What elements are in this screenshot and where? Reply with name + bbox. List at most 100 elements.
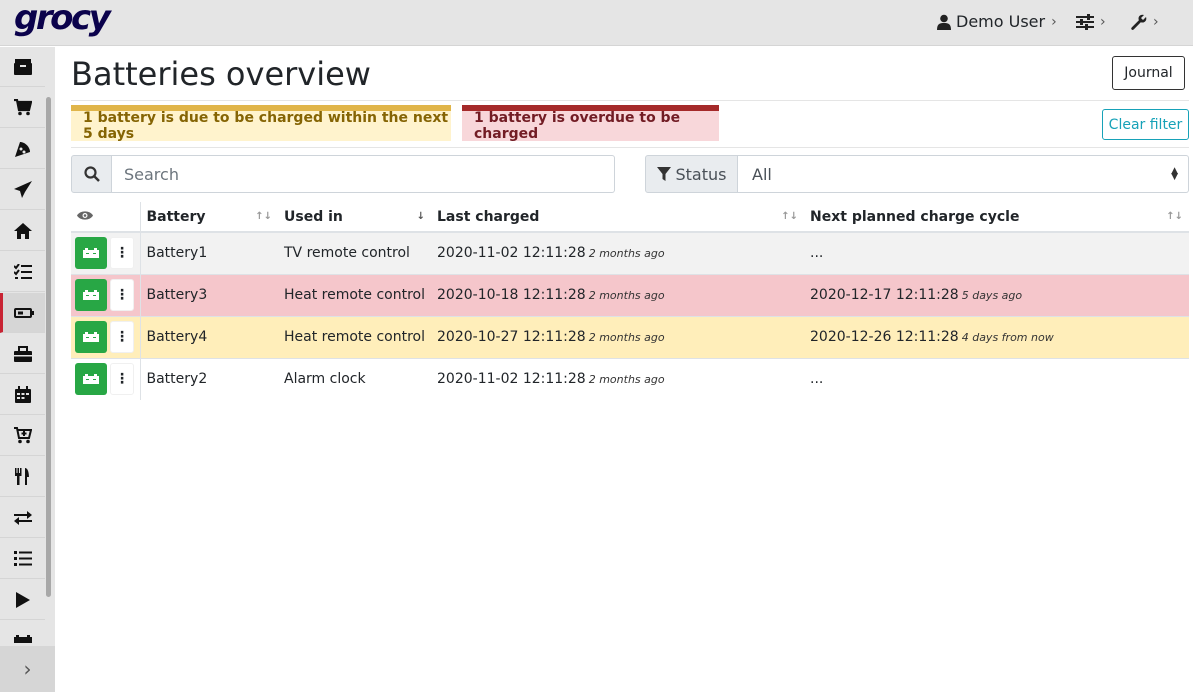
last-charged-date: 2020-10-18 12:11:28 [437,287,586,303]
settings-menu[interactable]: › [1076,14,1106,30]
next-cycle: 2020-12-26 12:11:28 4 days from now [804,315,1189,358]
header-last-charged-label: Last charged [437,208,540,225]
ellipsis-vertical-icon: ⋮ [115,328,129,345]
sidebar-item-tasks[interactable] [0,252,45,292]
search-icon [83,166,100,182]
header-last-charged[interactable]: Last charged ↑↓ [431,202,805,233]
sidebar-item-transfer[interactable] [0,498,45,538]
home-icon [13,222,32,239]
row-actions: ⋮ [71,357,141,400]
battery-name: Battery4 [140,315,278,358]
header-next-cycle-label: Next planned charge cycle [810,208,1020,225]
row-actions: ⋮ [71,315,141,358]
next-cycle-relative: 5 days ago [961,289,1023,302]
last-charged-relative: 2 months ago [588,373,665,387]
due-soon-alert-text: 1 battery is due to be charged within th… [83,110,449,142]
sidebar-item-chore-tracking[interactable] [0,580,45,620]
sidebar-item-stock[interactable] [0,47,45,87]
cart-icon [13,99,32,116]
user-icon [937,14,951,30]
sidebar-item-shopping-list[interactable] [0,88,45,128]
overdue-alert[interactable]: 1 battery is overdue to be charged [462,105,719,142]
used-in: Alarm clock [278,357,432,400]
track-charge-button[interactable] [75,279,107,311]
sidebar: › [0,47,55,692]
table-row: ⋮ Battery3 Heat remote control 2020-10-1… [71,273,1189,316]
sidebar-item-consume[interactable] [0,457,45,497]
sort-icon: ↑↓ [1166,211,1183,222]
status-addon: Status [645,155,738,193]
track-charge-button[interactable] [75,363,107,396]
sort-icon: ↑↓ [255,211,272,222]
page-title: Batteries overview [71,55,371,93]
sidebar-item-calendar[interactable] [0,375,45,415]
sidebar-item-batteries[interactable] [0,293,45,333]
search-group: Search [71,155,615,193]
used-in: Heat remote control [278,315,432,358]
header-battery-label: Battery [146,208,206,225]
top-navbar: grocy Demo User › › › [0,0,1193,46]
more-actions-button[interactable]: ⋮ [110,321,134,353]
next-cycle: ... [804,231,1189,274]
next-cycle: ... [804,357,1189,400]
exchange-icon [13,510,32,525]
last-charged: 2020-10-27 12:11:28 2 months ago [431,315,805,358]
header-used-in-label: Used in [284,208,343,225]
divider [71,147,1189,148]
last-charged-relative: 2 months ago [588,289,665,302]
chevron-right-icon: › [1153,14,1159,30]
sidebar-item-tasks-send[interactable] [0,170,45,210]
battery-icon [14,307,34,318]
ellipsis-vertical-icon: ⋮ [115,286,129,303]
sidebar-item-inventory[interactable] [0,539,45,579]
battery-name: Battery3 [140,273,278,316]
sidebar-scrollbar[interactable] [46,97,51,597]
battery-name: Battery2 [140,357,278,400]
search-input[interactable]: Search [112,155,615,193]
header-battery[interactable]: Battery ↑↓ [140,202,278,233]
more-actions-button[interactable]: ⋮ [110,237,134,270]
next-cycle: 2020-12-17 12:11:28 5 days ago [804,273,1189,316]
table-header-row: Battery ↑↓ Used in ↓ Last charged ↑↓ Next p… [71,202,1189,233]
last-charged-date: 2020-10-27 12:11:28 [437,329,586,345]
track-charge-button[interactable] [75,237,107,270]
status-filter-group: Status All ▲ ▼ [645,155,1189,193]
battery-name: Battery1 [140,231,278,274]
divider [71,100,1189,101]
sidebar-expand-button[interactable]: › [0,646,55,692]
track-charge-button[interactable] [75,321,107,353]
tools-menu[interactable]: › [1131,14,1159,30]
journal-button[interactable]: Journal [1112,56,1185,90]
sort-icon: ↑↓ [781,211,799,222]
status-value: All [752,164,772,184]
car-battery-icon [83,248,99,259]
header-used-in[interactable]: Used in ↓ [278,202,432,233]
more-actions-button[interactable]: ⋮ [110,363,134,396]
status-select[interactable]: All ▲ ▼ [738,155,1189,193]
due-soon-alert[interactable]: 1 battery is due to be charged within th… [71,105,451,142]
batteries-table: Battery ↑↓ Used in ↓ Last charged ↑↓ Next p… [71,202,1189,400]
sidebar-item-chores[interactable] [0,211,45,251]
box-icon [13,58,32,75]
sidebar-item-equipment[interactable] [0,334,45,374]
header-next-cycle[interactable]: Next planned charge cycle ↑↓ [804,202,1189,233]
sidebar-item-recipes[interactable] [0,129,45,169]
user-menu[interactable]: Demo User › [937,12,1057,31]
sidebar-item-purchase[interactable] [0,416,45,456]
last-charged: 2020-11-02 12:11:28 2 months ago [431,231,805,274]
main-content: Batteries overview Journal 1 battery is … [55,47,1193,692]
wrench-icon [1131,14,1147,30]
cart-plus-icon [13,427,32,444]
used-in: Heat remote control [278,273,432,316]
car-battery-icon [83,290,99,300]
sidebar-item-battery-tracking[interactable] [0,621,45,643]
tasks-icon [13,263,32,279]
more-actions-button[interactable]: ⋮ [110,279,134,311]
car-battery-icon [83,332,99,342]
app-logo[interactable]: grocy [14,0,111,38]
clear-filter-button[interactable]: Clear filter [1102,109,1189,140]
next-cycle-date: 2020-12-26 12:11:28 [810,329,959,345]
column-visibility-header[interactable] [71,202,141,233]
car-battery-icon [83,374,99,385]
table-row: ⋮ Battery2 Alarm clock 2020-11-02 12:11:… [71,357,1189,400]
